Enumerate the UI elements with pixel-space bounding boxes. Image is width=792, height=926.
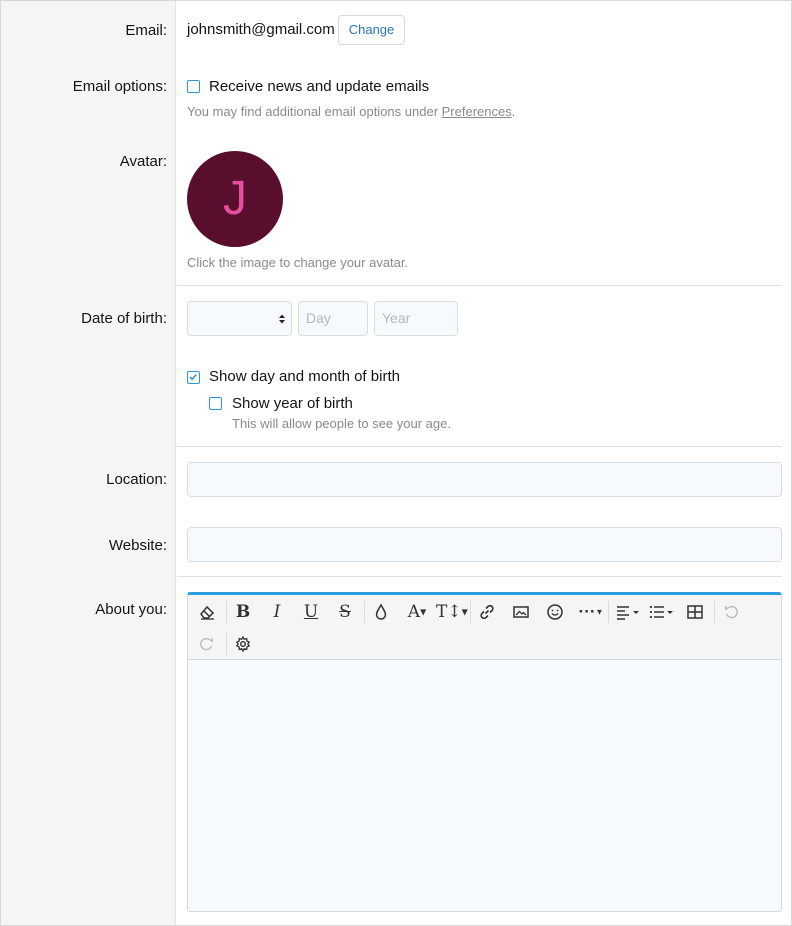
website-label: Website: [108, 537, 167, 554]
website-input[interactable] [187, 527, 782, 562]
show-year-hint: This will allow people to see your age. [232, 416, 451, 431]
show-day-month-label[interactable]: Show day and month of birth [209, 368, 400, 385]
avatar-hint: Click the image to change your avatar. [187, 255, 409, 270]
email-options-hint-text: You may find additional email options un… [187, 104, 442, 119]
more-icon[interactable]: ···▼ [576, 599, 606, 625]
preferences-link[interactable]: Preferences [442, 104, 512, 119]
link-icon[interactable] [474, 599, 500, 625]
birth-year-input[interactable]: Year [374, 301, 458, 336]
select-arrows-icon [279, 314, 285, 324]
toolbar-separator [364, 601, 365, 623]
email-label: Email: [125, 22, 167, 39]
font-family-icon[interactable]: A▼ [402, 599, 432, 625]
receive-news-label[interactable]: Receive news and update emails [209, 78, 429, 95]
bold-icon[interactable]: B [230, 599, 256, 625]
font-size-icon[interactable]: T↕▼ [436, 599, 468, 625]
about-label: About you: [95, 601, 167, 618]
divider [177, 285, 782, 286]
checkmark-icon [189, 374, 197, 381]
editor-content-area[interactable] [188, 661, 781, 911]
toolbar-separator [608, 601, 609, 623]
editor-toolbar: B I U S A▼ T↕▼ ···▼ [188, 595, 781, 660]
avatar[interactable]: J [187, 151, 283, 247]
email-options-label: Email options: [72, 78, 167, 95]
location-label: Location: [106, 471, 167, 488]
eraser-icon[interactable] [194, 599, 220, 625]
email-options-hint-suffix: . [511, 104, 516, 119]
divider [177, 446, 782, 447]
strikethrough-icon[interactable]: S [332, 599, 358, 625]
table-icon[interactable] [682, 599, 708, 625]
italic-icon[interactable]: I [264, 599, 290, 625]
birth-day-input[interactable]: Day [298, 301, 368, 336]
color-drop-icon[interactable] [368, 599, 394, 625]
show-day-month-checkbox[interactable] [187, 371, 200, 384]
divider [177, 576, 782, 577]
image-icon[interactable] [508, 599, 534, 625]
undo-icon[interactable] [718, 599, 744, 625]
toolbar-separator [714, 601, 715, 623]
redo-icon[interactable] [194, 631, 220, 657]
toolbar-separator [226, 601, 227, 623]
toolbar-separator [470, 601, 471, 623]
dob-label: Date of birth: [81, 310, 167, 327]
email-value: johnsmith@gmail.com [187, 21, 335, 38]
list-icon[interactable] [646, 599, 676, 625]
email-options-hint: You may find additional email options un… [187, 104, 515, 119]
gear-icon[interactable] [230, 631, 256, 657]
about-you-editor: B I U S A▼ T↕▼ ···▼ [187, 592, 782, 912]
show-year-checkbox[interactable] [209, 397, 222, 410]
align-icon[interactable] [612, 599, 642, 625]
change-email-button[interactable]: Change [338, 15, 405, 45]
underline-icon[interactable]: U [298, 599, 324, 625]
location-input[interactable] [187, 462, 782, 497]
smiley-icon[interactable] [542, 599, 568, 625]
show-year-label[interactable]: Show year of birth [232, 395, 353, 412]
birth-month-select[interactable] [187, 301, 292, 336]
avatar-label: Avatar: [119, 153, 167, 170]
label-column [1, 1, 176, 925]
toolbar-separator [226, 633, 227, 655]
receive-news-checkbox[interactable] [187, 80, 200, 93]
